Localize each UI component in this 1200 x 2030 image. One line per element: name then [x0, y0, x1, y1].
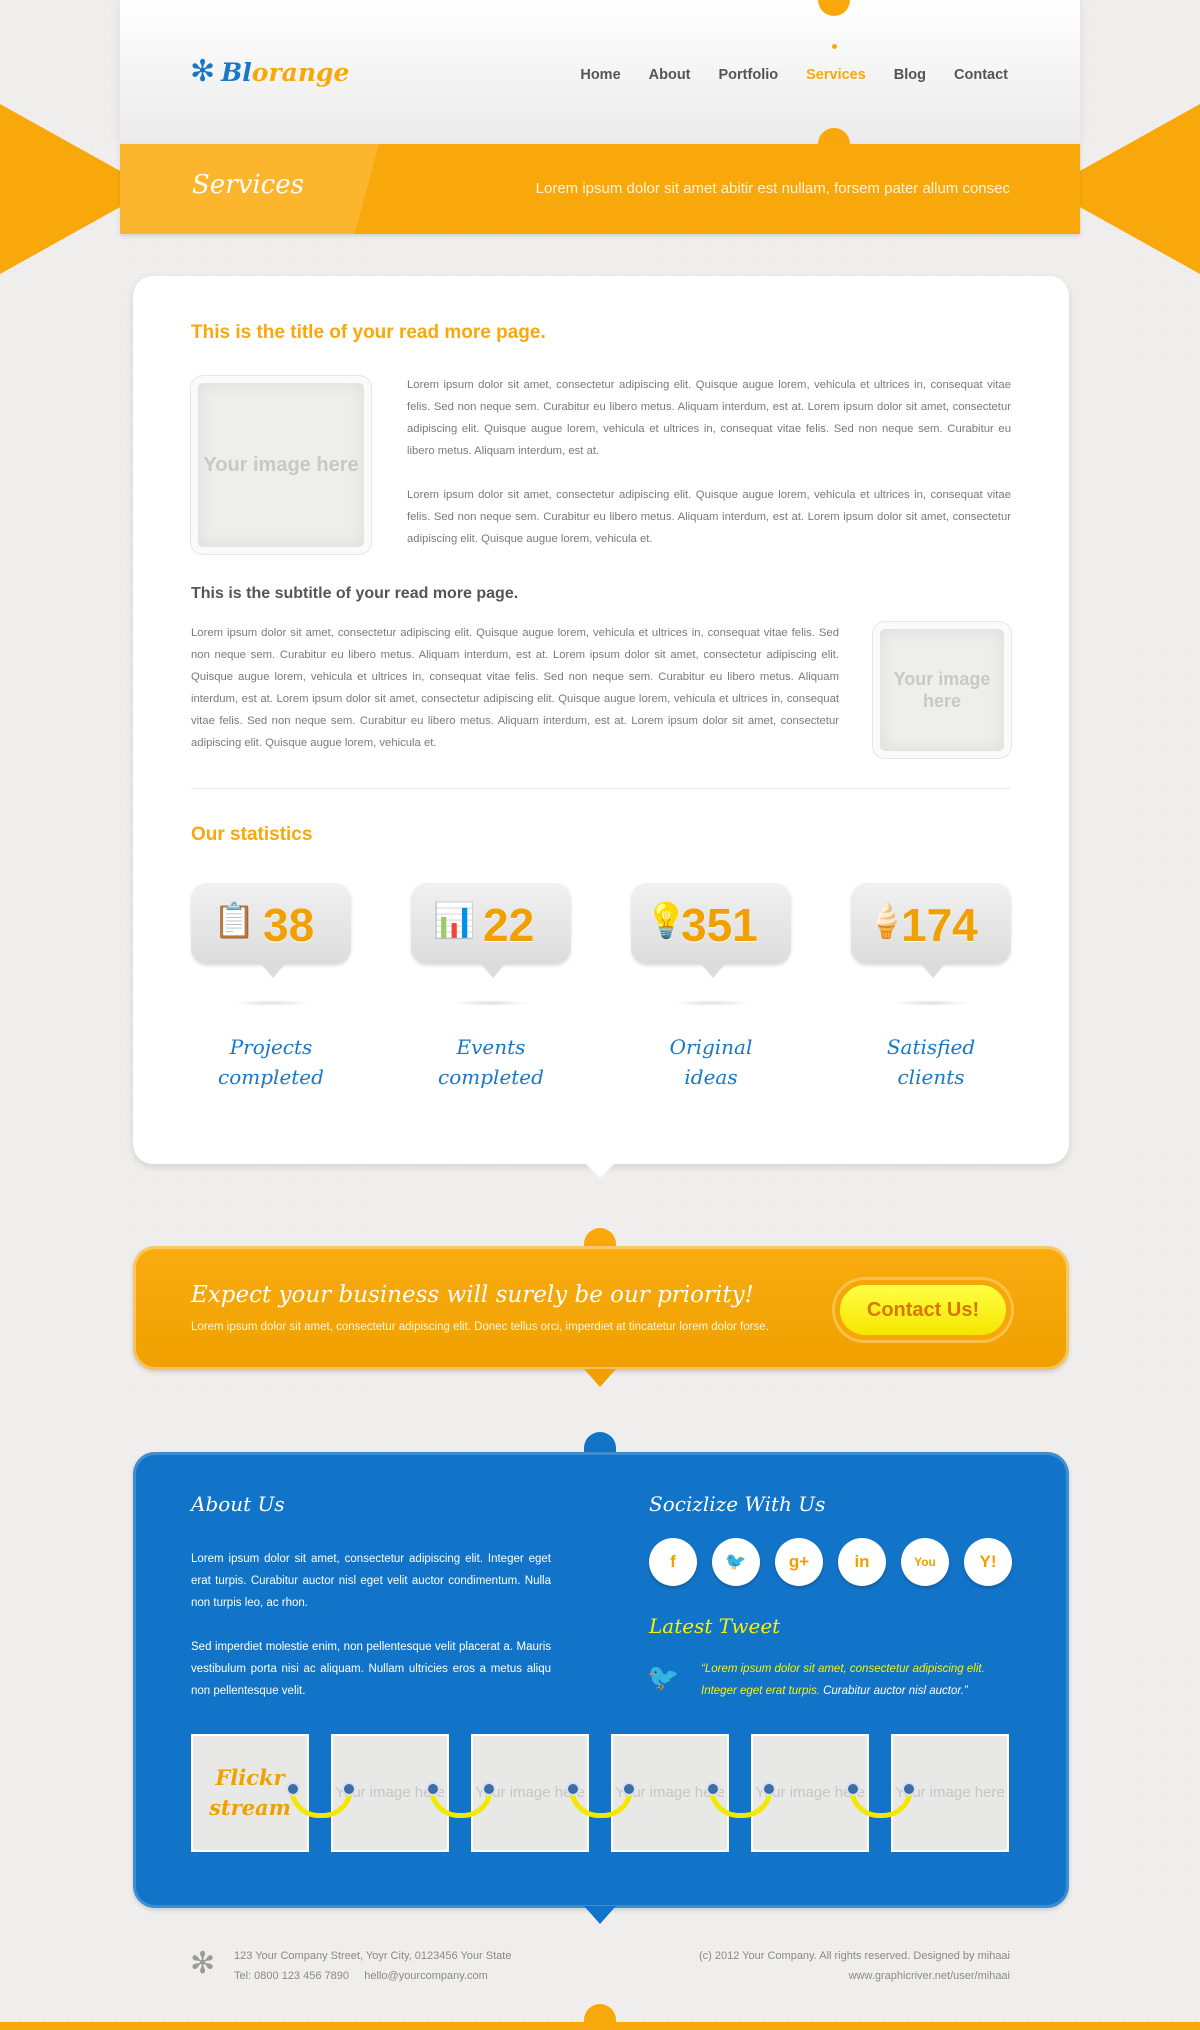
- footer-credits: (c) 2012 Your Company. All rights reserv…: [699, 1946, 1010, 1986]
- divider: [191, 788, 1011, 789]
- main-card-pointer: [584, 1162, 616, 1178]
- logo-text-part2: orange: [251, 57, 350, 87]
- image-placeholder-1: Your image here: [191, 376, 371, 554]
- stat-bubble: 📋 38: [191, 882, 351, 978]
- twitter-bird-icon: 🐦: [647, 1662, 680, 1692]
- cta-description: Lorem ipsum dolor sit amet, consectetur …: [191, 1321, 769, 1333]
- banner-description: Lorem ipsum dolor sit amet abitir est nu…: [535, 180, 1010, 197]
- about-paragraph-2: Sed imperdiet molestie enim, non pellent…: [191, 1641, 551, 1697]
- cta-title: Expect your business will surely be our …: [191, 1282, 754, 1308]
- yahoo-icon[interactable]: Y!: [964, 1538, 1012, 1586]
- paragraph-3: Lorem ipsum dolor sit amet, consectetur …: [191, 627, 839, 749]
- bottom-notch: [584, 2004, 616, 2024]
- page-subtitle: This is the subtitle of your read more p…: [191, 585, 519, 602]
- stat-ideas: 💡 351 Original ideas: [631, 882, 791, 1092]
- nav-contact[interactable]: Contact: [954, 67, 1008, 83]
- nav-services[interactable]: Services: [806, 67, 866, 83]
- logo[interactable]: ✻ Blorange: [190, 57, 349, 87]
- about-text: Lorem ipsum dolor sit amet, consectetur …: [191, 1548, 551, 1702]
- footer-contact: 123 Your Company Street, Yoyr City, 0123…: [234, 1946, 511, 1986]
- clipboard-check-icon: 📋: [213, 902, 256, 940]
- stat-clients: 🍦 174 Satisfied clients: [851, 882, 1011, 1092]
- stat-events: 📊 22 Events completed: [411, 882, 571, 1092]
- image-placeholder-2: Your image here: [873, 622, 1011, 758]
- presentation-board-icon: 📊: [433, 902, 476, 940]
- footer-url[interactable]: www.graphicriver.net/user/mihaai: [849, 1970, 1010, 1982]
- social-links: f 🐦 g+ in You Y!: [649, 1538, 1012, 1586]
- banner-wing-right: [1078, 104, 1200, 274]
- about-title: About Us: [191, 1492, 285, 1516]
- footer-panel-notch: [584, 1432, 616, 1454]
- stat-value: 174: [901, 899, 978, 951]
- banner-wing-left: [0, 104, 122, 274]
- stat-label: Events completed: [438, 1035, 544, 1089]
- page-banner: Services Lorem ipsum dolor sit amet abit…: [120, 144, 1080, 234]
- contact-us-button[interactable]: Contact Us!: [835, 1280, 1011, 1340]
- stat-value: 351: [681, 899, 758, 951]
- flickr-stream: Flickr stream Your image here Your image…: [191, 1734, 1011, 1854]
- main-content-card: This is the title of your read more page…: [133, 276, 1069, 1164]
- linkedin-icon[interactable]: in: [838, 1538, 886, 1586]
- latest-tweet-title: Latest Tweet: [649, 1614, 781, 1638]
- stat-value: 38: [263, 899, 315, 951]
- about-paragraph-1: Lorem ipsum dolor sit amet, consectetur …: [191, 1553, 551, 1609]
- footer-copyright: (c) 2012 Your Company. All rights reserv…: [698, 1950, 1010, 1962]
- footer-email[interactable]: hello@yourcompany.com: [364, 1970, 487, 1982]
- facebook-icon[interactable]: f: [649, 1538, 697, 1586]
- nav-about[interactable]: About: [649, 67, 691, 83]
- flower-icon: ✻: [190, 1947, 216, 1980]
- footer-phone: Tel: 0800 123 456 7890: [234, 1970, 349, 1982]
- stat-bubble: 📊 22: [411, 882, 571, 978]
- tweet-text: “Lorem ipsum dolor sit amet, consectetur…: [701, 1663, 985, 1697]
- paragraph-2: Lorem ipsum dolor sit amet, consectetur …: [407, 489, 1011, 545]
- stat-bubble: 🍦 174: [851, 882, 1011, 978]
- stat-label: Projects completed: [218, 1035, 324, 1089]
- stats-title: Our statistics: [191, 824, 313, 845]
- nav-home[interactable]: Home: [580, 67, 620, 83]
- nav-portfolio[interactable]: Portfolio: [719, 67, 779, 83]
- banner-title: Services: [192, 170, 304, 200]
- social-title: Socizlize With Us: [649, 1492, 826, 1516]
- page-title: This is the title of your read more page…: [191, 322, 546, 343]
- stat-label: Original ideas: [669, 1035, 753, 1089]
- google-plus-icon[interactable]: g+: [775, 1538, 823, 1586]
- flower-icon: ✻: [190, 55, 216, 88]
- stat-bubble: 💡 351: [631, 882, 791, 978]
- logo-text-part1: Bl: [221, 57, 252, 87]
- stat-value: 22: [483, 899, 535, 951]
- cta-pointer: [584, 1369, 616, 1387]
- footer-panel: About Us Lorem ipsum dolor sit amet, con…: [133, 1452, 1069, 1908]
- bottom-bar: [0, 2022, 1200, 2030]
- cta-banner: Expect your business will surely be our …: [133, 1246, 1069, 1370]
- active-nav-indicator: [832, 44, 837, 49]
- twitter-icon[interactable]: 🐦: [712, 1538, 760, 1586]
- cta-notch: [584, 1228, 616, 1248]
- stat-projects: 📋 38 Projects completed: [191, 882, 351, 1092]
- paragraph-1: Lorem ipsum dolor sit amet, consectetur …: [407, 379, 1011, 457]
- main-nav: Home About Portfolio Services Blog Conta…: [580, 67, 1008, 83]
- footer-address: 123 Your Company Street, Yoyr City, 0123…: [234, 1950, 512, 1962]
- stat-label: Satisfied clients: [886, 1035, 976, 1089]
- youtube-icon[interactable]: You: [901, 1538, 949, 1586]
- nav-blog[interactable]: Blog: [894, 67, 926, 83]
- footer-panel-pointer: [584, 1906, 616, 1924]
